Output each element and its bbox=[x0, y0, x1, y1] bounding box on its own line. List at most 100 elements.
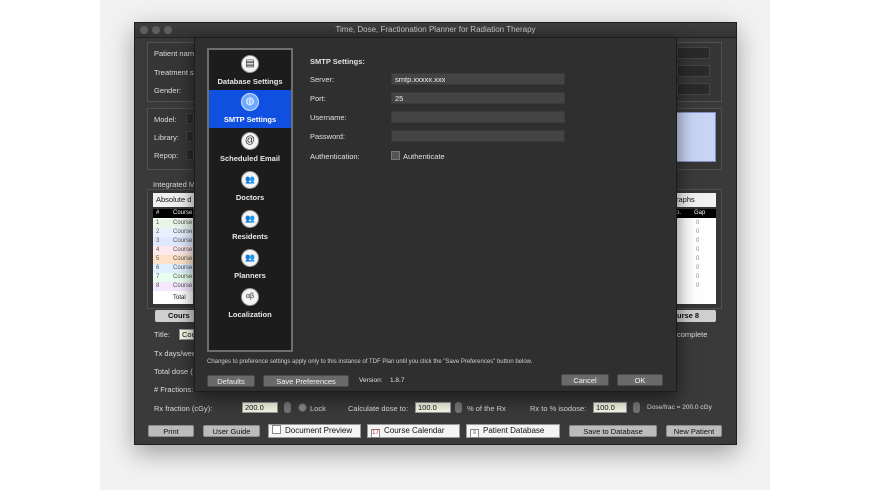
library-label: Library: bbox=[154, 133, 180, 142]
document-preview-button[interactable]: Document Preview bbox=[268, 424, 361, 438]
version-label: Version: bbox=[359, 377, 383, 384]
password-input[interactable] bbox=[391, 130, 565, 142]
header-course: Course bbox=[173, 210, 193, 216]
table-row[interactable]: 8 Course bbox=[153, 282, 193, 291]
ok-button[interactable]: OK bbox=[617, 374, 663, 386]
gap-table-header: p. Gap bbox=[672, 209, 716, 218]
password-label: Password: bbox=[310, 132, 346, 141]
table-row[interactable]: 1 Course bbox=[153, 219, 193, 228]
defaults-button[interactable]: Defaults bbox=[207, 375, 255, 387]
database-icon: ▤ bbox=[241, 55, 259, 73]
table-header: # Course bbox=[153, 209, 193, 218]
rx-fraction-stepper[interactable] bbox=[284, 402, 291, 413]
cancel-button[interactable]: Cancel bbox=[561, 374, 609, 386]
sidebar-item-label: Database Settings bbox=[217, 77, 283, 86]
gap-cell: 0 bbox=[696, 265, 700, 271]
user-guide-button[interactable]: User Guide bbox=[203, 425, 260, 437]
at-sign-icon: @ bbox=[241, 132, 259, 150]
print-button[interactable]: Print bbox=[148, 425, 194, 437]
table-row[interactable]: 2 Course bbox=[153, 228, 193, 237]
sidebar-item-label: Scheduled Email bbox=[219, 154, 281, 163]
title-label: Title: bbox=[154, 330, 170, 339]
sidebar-item-scheduled-email[interactable]: @ Scheduled Email bbox=[209, 129, 291, 167]
repop-select[interactable] bbox=[186, 149, 194, 160]
save-to-database-button[interactable]: Save to Database bbox=[569, 425, 657, 437]
gap-cell: 0 bbox=[696, 229, 700, 235]
localization-icon: αβ bbox=[241, 288, 259, 306]
graph-preview bbox=[676, 112, 716, 162]
calendar-icon: 17 bbox=[371, 429, 380, 438]
gap-cell: 0 bbox=[696, 220, 700, 226]
patient-name-label: Patient nam bbox=[154, 49, 195, 58]
library-select[interactable] bbox=[186, 131, 194, 142]
lock-radio[interactable] bbox=[298, 403, 307, 412]
globe-icon: ◍ bbox=[241, 93, 259, 111]
sidebar-item-database-settings[interactable]: ▤ Database Settings bbox=[209, 52, 291, 90]
rx-isodose-input[interactable]: 100.0 bbox=[593, 402, 627, 413]
total-row: Total bbox=[153, 294, 193, 303]
graphs-tab[interactable]: raphs bbox=[672, 193, 716, 207]
username-label: Username: bbox=[310, 113, 347, 122]
patient-name-field[interactable] bbox=[677, 47, 710, 59]
gap-cell: 0 bbox=[696, 247, 700, 253]
sidebar-item-label: Localization bbox=[228, 310, 272, 319]
preferences-note: Changes to preference settings apply onl… bbox=[207, 359, 533, 365]
version-value: 1.8.7 bbox=[390, 377, 405, 384]
people-icon: 👥 bbox=[241, 249, 259, 267]
course-calendar-button[interactable]: 17 Course Calendar bbox=[367, 424, 460, 438]
preferences-dialog: ▤ Database Settings ◍ SMTP Settings @ Sc… bbox=[194, 37, 677, 392]
pct-rx-label: % of the Rx bbox=[467, 404, 506, 413]
patient-database-button[interactable]: ≡ Patient Database bbox=[466, 424, 560, 438]
calculate-dose-label: Calculate dose to: bbox=[348, 404, 409, 413]
new-patient-button[interactable]: New Patient bbox=[666, 425, 722, 437]
sidebar-item-smtp-settings[interactable]: ◍ SMTP Settings bbox=[209, 90, 291, 128]
table-row[interactable]: 5 Course bbox=[153, 255, 193, 264]
save-preferences-button[interactable]: Save Preferences bbox=[263, 375, 349, 387]
tx-days-label: Tx days/wee bbox=[154, 349, 197, 358]
sidebar-item-doctors[interactable]: 👥 Doctors bbox=[209, 168, 291, 206]
authenticate-checkbox-label: Authenticate bbox=[403, 152, 445, 161]
treatment-site-field[interactable] bbox=[677, 65, 710, 77]
gap-cell: 0 bbox=[696, 238, 700, 244]
calculate-dose-stepper[interactable] bbox=[455, 402, 462, 413]
people-icon: 👥 bbox=[241, 171, 259, 189]
document-icon bbox=[272, 425, 281, 434]
port-label: Port: bbox=[310, 94, 326, 103]
table-row[interactable]: 3 Course bbox=[153, 237, 193, 246]
course-8-tab[interactable]: urse 8 bbox=[672, 310, 716, 322]
gap-cell: 0 bbox=[696, 256, 700, 262]
table-row[interactable]: 6 Course bbox=[153, 264, 193, 273]
rx-fraction-input[interactable]: 200.0 bbox=[242, 402, 278, 413]
fractions-label: # Fractions: bbox=[154, 385, 194, 394]
database-icon: ≡ bbox=[470, 429, 479, 438]
table-row[interactable]: 4 Course bbox=[153, 246, 193, 255]
preferences-sidebar: ▤ Database Settings ◍ SMTP Settings @ Sc… bbox=[207, 48, 293, 352]
sidebar-item-planners[interactable]: 👥 Planners bbox=[209, 246, 291, 284]
sidebar-item-label: Planners bbox=[234, 271, 266, 280]
sidebar-item-residents[interactable]: 👥 Residents bbox=[209, 207, 291, 245]
sidebar-item-label: Residents bbox=[232, 232, 268, 241]
calculate-dose-input[interactable]: 100.0 bbox=[415, 402, 451, 413]
sidebar-item-label: Doctors bbox=[235, 193, 265, 202]
server-label: Server: bbox=[310, 75, 335, 84]
authenticate-checkbox[interactable] bbox=[391, 151, 400, 160]
rx-isodose-stepper[interactable] bbox=[633, 402, 640, 413]
model-label: Model: bbox=[154, 115, 177, 124]
course-title-field[interactable]: Cou bbox=[179, 329, 196, 340]
treatment-label: Treatment s bbox=[154, 68, 194, 77]
rx-fraction-label: Rx fraction (cGy): bbox=[154, 404, 213, 413]
gender-label: Gender: bbox=[154, 86, 182, 95]
gender-select[interactable] bbox=[677, 83, 710, 95]
absolute-dose-tab[interactable]: Absolute d bbox=[153, 193, 194, 207]
course-left-tab[interactable]: Cours bbox=[155, 310, 195, 322]
authentication-label: Authentication: bbox=[310, 152, 360, 161]
username-input[interactable] bbox=[391, 111, 565, 123]
port-input[interactable]: 25 bbox=[391, 92, 565, 104]
gap-table: p. Gap 0 0 0 0 0 0 0 0 bbox=[672, 209, 716, 304]
server-input[interactable]: smtp.xxxxx.xxx bbox=[391, 73, 565, 85]
sidebar-item-localization[interactable]: αβ Localization bbox=[209, 285, 291, 323]
model-select[interactable] bbox=[186, 113, 194, 124]
dose-per-fraction-text: Dose/frac = 200.0 cGy bbox=[647, 404, 712, 411]
lock-label: Lock bbox=[310, 404, 326, 413]
table-row[interactable]: 7 Course bbox=[153, 273, 193, 282]
